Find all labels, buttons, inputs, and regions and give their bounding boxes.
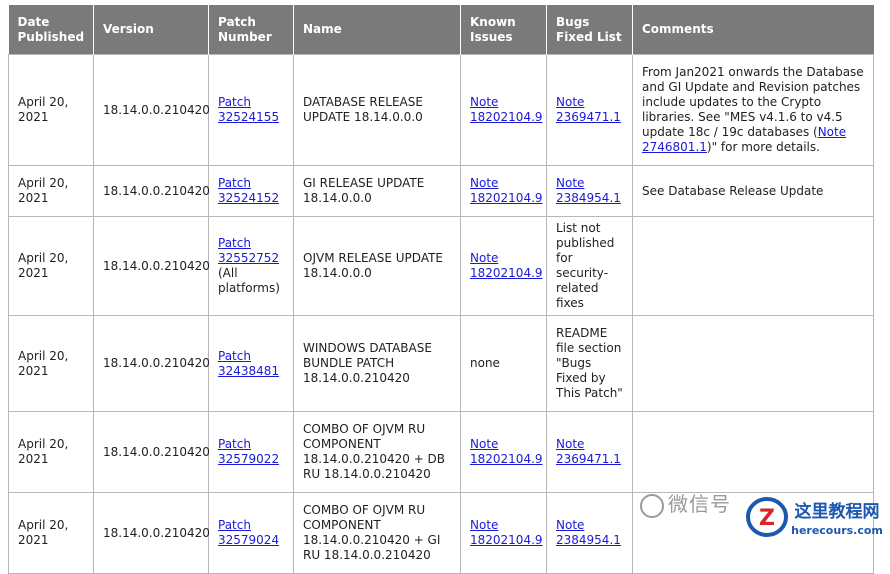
col-patch-number: Patch Number bbox=[208, 5, 294, 55]
known-issues-link[interactable]: Note 18202104.9 bbox=[470, 437, 543, 466]
patch-cell: Patch 32579024 bbox=[208, 492, 294, 574]
version-cell: 18.14.0.0.210420 bbox=[93, 315, 210, 412]
name-cell: OJVM RELEASE UPDATE 18.14.0.0.0 bbox=[293, 216, 461, 316]
patch-link[interactable]: Patch 32524155 bbox=[218, 95, 279, 124]
date-cell: April 20, 2021 bbox=[8, 492, 94, 574]
comments-text-end: )" for more details. bbox=[706, 140, 820, 154]
name-cell: COMBO OF OJVM RU COMPONENT 18.14.0.0.210… bbox=[293, 411, 461, 493]
date-cell: April 20, 2021 bbox=[8, 216, 94, 316]
known-issues-link[interactable]: Note 18202104.9 bbox=[470, 95, 543, 124]
patch-cell: Patch 32579022 bbox=[208, 411, 294, 493]
wechat-icon bbox=[640, 493, 664, 518]
bugs-fixed-cell: Note 2369471.1 bbox=[546, 54, 633, 166]
patch-link[interactable]: Patch 32579024 bbox=[218, 518, 279, 547]
col-version: Version bbox=[93, 5, 209, 55]
known-issues-cell: none bbox=[460, 315, 547, 412]
comments-cell bbox=[632, 411, 874, 493]
bugs-fixed-link[interactable]: Note 2369471.1 bbox=[556, 95, 621, 124]
patch-cell: Patch 32524152 bbox=[208, 165, 294, 217]
logo-mark-letter: Z bbox=[759, 506, 775, 531]
col-date-published: Date Published bbox=[8, 5, 94, 55]
comments-cell bbox=[632, 315, 874, 412]
known-issues-link[interactable]: Note 18202104.9 bbox=[470, 176, 543, 205]
bugs-fixed-cell: Note 2384954.1 bbox=[546, 492, 633, 574]
table-row: April 20, 2021 18.14.0.0.210420 Patch 32… bbox=[8, 216, 874, 316]
table-row: April 20, 2021 18.14.0.0.210420 Patch 32… bbox=[8, 315, 874, 412]
logo-title: 这里教程网 bbox=[795, 501, 880, 522]
name-cell: COMBO OF OJVM RU COMPONENT 18.14.0.0.210… bbox=[293, 492, 461, 574]
comments-cell: See Database Release Update bbox=[632, 165, 874, 217]
table-row: April 20, 2021 18.14.0.0.210420 Patch 32… bbox=[8, 411, 874, 493]
col-known-issues: Known Issues bbox=[460, 5, 547, 55]
col-comments: Comments bbox=[632, 5, 874, 55]
bugs-fixed-link[interactable]: Note 2384954.1 bbox=[556, 176, 621, 205]
known-issues-link[interactable]: Note 18202104.9 bbox=[470, 251, 543, 280]
site-logo: Z 这里教程网 herecours.com bbox=[746, 497, 883, 537]
name-cell: DATABASE RELEASE UPDATE 18.14.0.0.0 bbox=[293, 54, 461, 166]
patch-table: Date Published Version Patch Number Name… bbox=[8, 5, 874, 574]
bugs-fixed-cell: List not published for security-related … bbox=[546, 216, 633, 316]
name-cell: WINDOWS DATABASE BUNDLE PATCH 18.14.0.0.… bbox=[293, 315, 461, 412]
known-issues-cell: Note 18202104.9 bbox=[460, 492, 547, 574]
table-row: April 20, 2021 18.14.0.0.210420 Patch 32… bbox=[8, 492, 874, 574]
comments-cell bbox=[632, 216, 874, 316]
col-bugs-fixed-list: Bugs Fixed List bbox=[546, 5, 633, 55]
date-cell: April 20, 2021 bbox=[8, 165, 94, 217]
patch-link[interactable]: Patch 32579022 bbox=[218, 437, 279, 466]
known-issues-cell: Note 18202104.9 bbox=[460, 216, 547, 316]
patch-cell: Patch 32438481 bbox=[208, 315, 294, 412]
known-issues-cell: Note 18202104.9 bbox=[460, 411, 547, 493]
patch-link[interactable]: Patch 32524152 bbox=[218, 176, 279, 205]
version-cell: 18.14.0.0.210420 bbox=[93, 216, 210, 316]
date-cell: April 20, 2021 bbox=[8, 54, 94, 166]
bugs-fixed-cell: Note 2384954.1 bbox=[546, 165, 633, 217]
known-issues-cell: Note 18202104.9 bbox=[460, 54, 547, 166]
patch-platforms: (All platforms) bbox=[218, 266, 280, 295]
patch-cell: Patch 32552752 (All platforms) bbox=[208, 216, 294, 316]
date-cell: April 20, 2021 bbox=[8, 315, 94, 412]
patch-link[interactable]: Patch 32438481 bbox=[218, 349, 279, 378]
version-cell: 18.14.0.0.210420 bbox=[93, 54, 210, 166]
patch-cell: Patch 32524155 bbox=[208, 54, 294, 166]
table-row: April 20, 2021 18.14.0.0.210420 Patch 32… bbox=[8, 54, 874, 166]
name-cell: GI RELEASE UPDATE 18.14.0.0.0 bbox=[293, 165, 461, 217]
table-row: April 20, 2021 18.14.0.0.210420 Patch 32… bbox=[8, 165, 874, 217]
comments-cell: From Jan2021 onwards the Database and GI… bbox=[632, 54, 874, 166]
logo-url: herecours.com bbox=[791, 524, 883, 537]
wechat-watermark: 微信号 bbox=[640, 488, 731, 518]
date-cell: April 20, 2021 bbox=[8, 411, 94, 493]
col-name: Name bbox=[293, 5, 461, 55]
bugs-fixed-link[interactable]: Note 2369471.1 bbox=[556, 437, 621, 466]
version-cell: 18.14.0.0.210420 bbox=[93, 492, 210, 574]
bugs-fixed-link[interactable]: Note 2384954.1 bbox=[556, 518, 621, 547]
watermark-text: 微信号 bbox=[668, 492, 731, 516]
header-row: Date Published Version Patch Number Name… bbox=[8, 5, 874, 55]
version-cell: 18.14.0.0.210420 bbox=[93, 411, 210, 493]
known-issues-link[interactable]: Note 18202104.9 bbox=[470, 518, 543, 547]
bugs-fixed-cell: Note 2369471.1 bbox=[546, 411, 633, 493]
patch-link[interactable]: Patch 32552752 bbox=[218, 236, 279, 265]
bugs-fixed-cell: README file section "Bugs Fixed by This … bbox=[546, 315, 633, 412]
version-cell: 18.14.0.0.210420 bbox=[93, 165, 210, 217]
known-issues-cell: Note 18202104.9 bbox=[460, 165, 547, 217]
